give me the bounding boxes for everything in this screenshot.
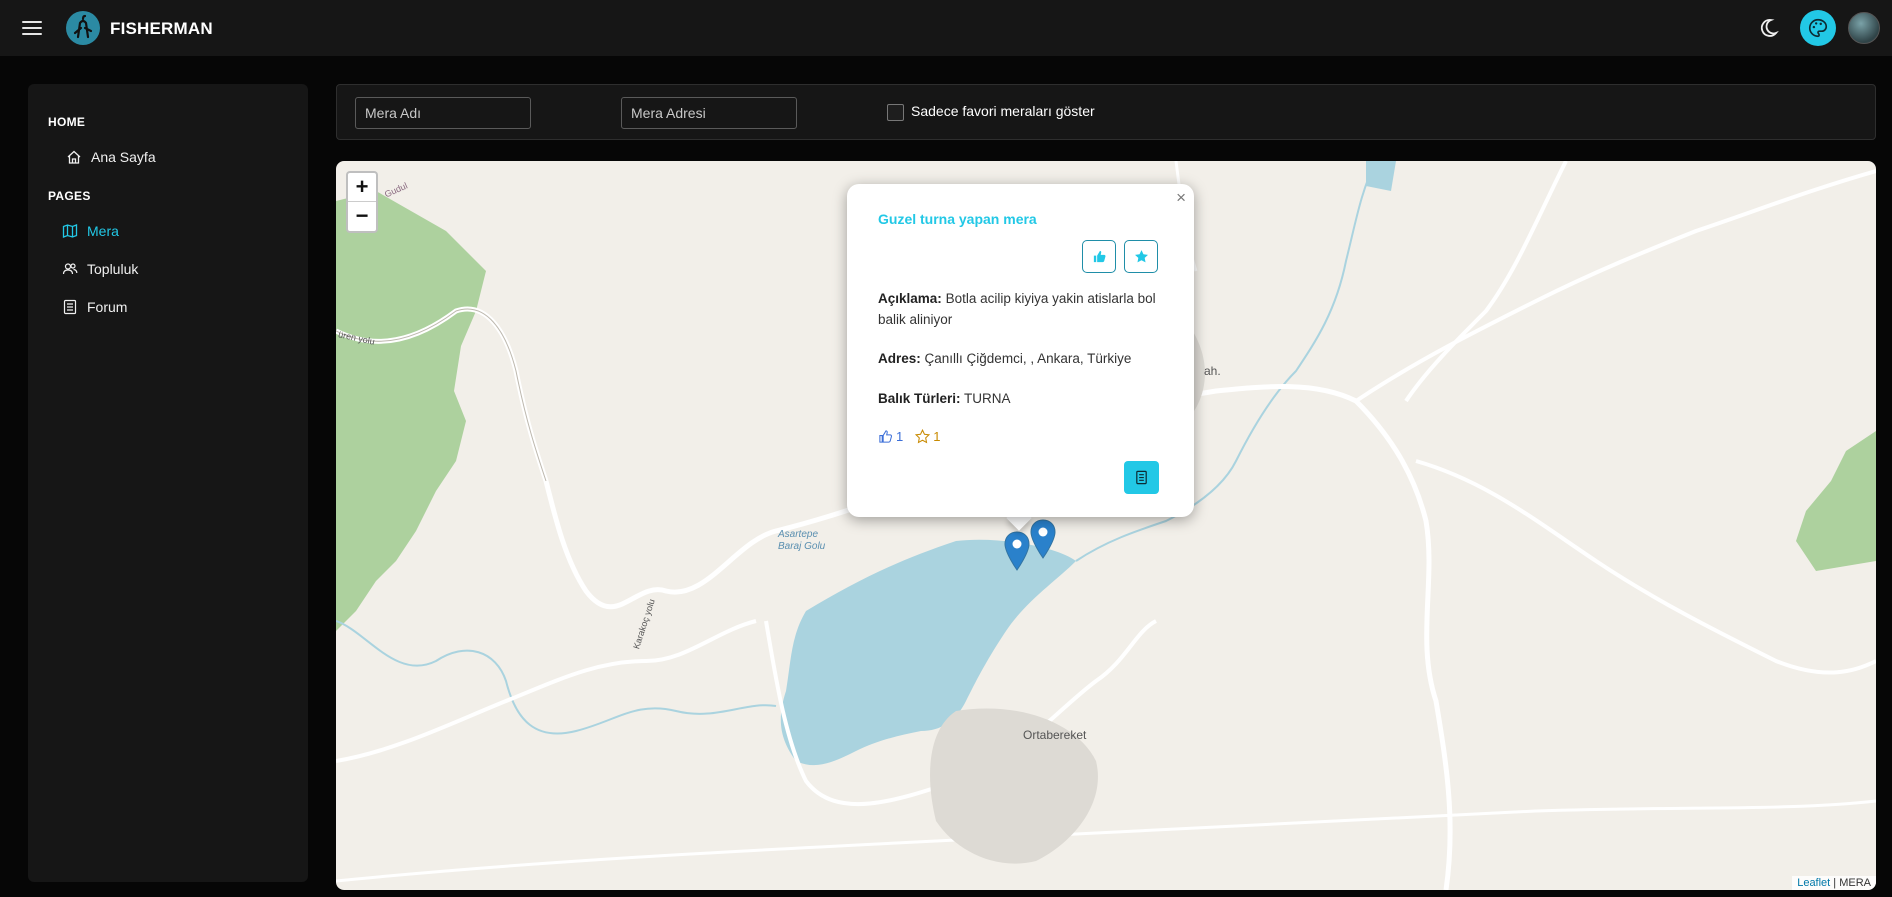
popup-close-button[interactable]: × (1176, 188, 1186, 208)
mera-name-input[interactable] (355, 97, 531, 129)
sidebar-item-label: Mera (87, 223, 119, 239)
sidebar-item-ana-sayfa[interactable]: Ana Sayfa (28, 138, 308, 176)
brand-name[interactable]: FISHERMAN (110, 19, 213, 39)
map-label-lake: Asartepe (778, 529, 819, 540)
star-outline-icon (915, 429, 931, 444)
star-icon (1134, 250, 1148, 263)
section-title-pages: PAGES (48, 189, 91, 203)
map-marker-1[interactable] (1004, 531, 1030, 571)
zoom-control: + − (346, 171, 378, 233)
mera-popup: × Guzel turna yapan mera Açıklama: Botla… (847, 184, 1194, 517)
zoom-in-button[interactable]: + (348, 173, 376, 202)
palette-icon[interactable] (1800, 10, 1836, 46)
map-marker-2[interactable] (1030, 519, 1056, 559)
top-bar: FISHERMAN (0, 0, 1892, 56)
sidebar: HOME Ana Sayfa PAGES Mera Topluluk Forum (28, 84, 308, 882)
filter-bar: Sadece favori meraları göster (336, 84, 1876, 140)
map-view[interactable]: + − Asartepe Baraj Golu Ortabereket Gudu… (336, 161, 1876, 890)
section-title-home: HOME (48, 115, 86, 129)
sidebar-item-mera[interactable]: Mera (28, 212, 308, 250)
moon-icon[interactable] (1756, 16, 1780, 40)
sidebar-item-label: Topluluk (87, 261, 139, 277)
thumbs-up-icon (1093, 250, 1105, 263)
fish-types-value: TURNA (964, 391, 1011, 406)
sidebar-item-topluluk[interactable]: Topluluk (28, 250, 308, 288)
attribution-source: MERA (1839, 877, 1871, 889)
fish-types-label: Balık Türleri: (878, 391, 961, 406)
sidebar-item-label: Ana Sayfa (91, 149, 156, 165)
popup-counts: 1 1 (878, 429, 940, 444)
favorites-checkbox-label[interactable]: Sadece favori meraları göster (911, 103, 1095, 119)
mera-address-input[interactable] (621, 97, 797, 129)
thumbs-up-outline-icon (879, 430, 892, 443)
user-avatar[interactable] (1848, 12, 1880, 44)
list-icon (62, 299, 78, 315)
popup-fish-types: Balık Türleri: TURNA (878, 388, 1168, 409)
popup-title[interactable]: Guzel turna yapan mera (878, 211, 1037, 227)
document-icon (1136, 470, 1147, 485)
favorite-button[interactable] (1124, 240, 1158, 273)
logo-icon[interactable] (66, 11, 100, 45)
map-attribution: Leaflet | MERA (1792, 876, 1876, 890)
favorites-checkbox[interactable] (887, 104, 904, 121)
users-icon (62, 261, 78, 277)
address-label: Adres: (878, 351, 921, 366)
like-button[interactable] (1082, 240, 1116, 273)
map-label-lake-2: Baraj Golu (778, 541, 826, 552)
map-icon (62, 223, 78, 239)
home-icon (66, 149, 82, 165)
zoom-out-button[interactable]: − (348, 202, 376, 231)
address-value: Çanıllı Çiğdemci, , Ankara, Türkiye (924, 351, 1132, 366)
menu-icon[interactable] (20, 17, 44, 39)
sidebar-item-forum[interactable]: Forum (28, 288, 308, 326)
sidebar-item-label: Forum (87, 299, 128, 315)
popup-description: Açıklama: Botla acilip kiyiya yakin atis… (878, 288, 1168, 330)
popup-address: Adres: Çanıllı Çiğdemci, , Ankara, Türki… (878, 348, 1168, 369)
map-label-village: Ortabereket (1023, 728, 1087, 742)
description-label: Açıklama: (878, 291, 942, 306)
like-count: 1 (878, 429, 903, 444)
details-button[interactable] (1124, 461, 1159, 494)
leaflet-link[interactable]: Leaflet (1797, 877, 1830, 889)
map-label-fragment: ah. (1204, 364, 1221, 378)
favorite-count: 1 (915, 429, 940, 444)
